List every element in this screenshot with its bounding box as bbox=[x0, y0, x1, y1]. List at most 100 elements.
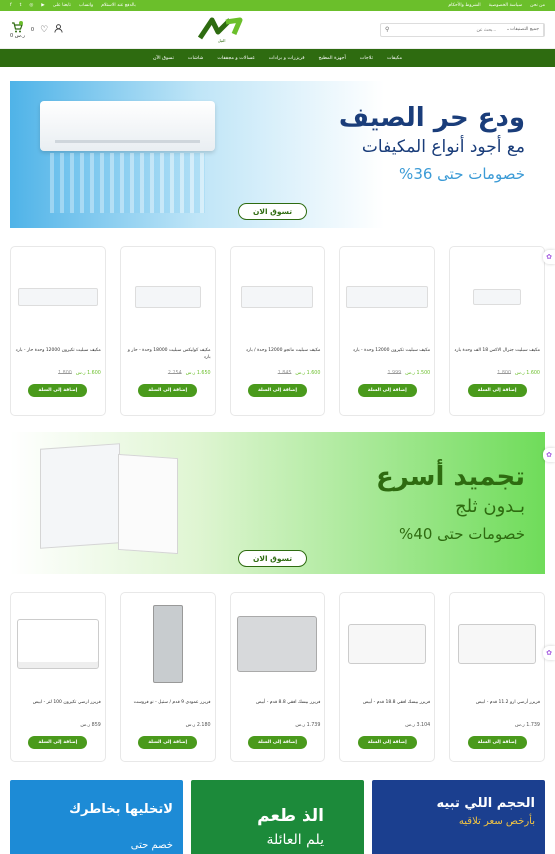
product-title[interactable]: فريزر ارضي تكيرون 100 لتر - ابيض bbox=[15, 699, 101, 721]
add-to-cart-button[interactable]: إضافة إلى السلة bbox=[28, 736, 88, 749]
link-privacy[interactable]: سياسة الخصوصية bbox=[489, 3, 522, 8]
nav-item-screens[interactable]: شاشات bbox=[188, 56, 203, 61]
user-icon[interactable] bbox=[54, 24, 63, 35]
price-new: 1.600 ر.س bbox=[75, 371, 101, 376]
price-new: 3.104 ر.س bbox=[405, 723, 431, 728]
nav-item-fridges[interactable]: ثلاجات bbox=[360, 56, 373, 61]
price-new: 1.739 ر.س bbox=[515, 723, 540, 728]
promo-sub: يلم العائلة bbox=[266, 832, 324, 848]
price-new: 1.600 ر.س bbox=[295, 371, 321, 376]
banner1-shop-button[interactable]: تسوق الان bbox=[238, 203, 308, 220]
product-title[interactable]: فريزر عمودي 9 قدم / ستيل - نو فروست bbox=[125, 699, 211, 721]
youtube-icon[interactable]: ▶ bbox=[41, 3, 44, 8]
settings-icon: ✿ bbox=[546, 253, 552, 261]
nav-item-ac[interactable]: مكيفات bbox=[387, 56, 402, 61]
freezer-products-row: فريزر ارضي تكيرون 100 لتر - ابيض 859 ر.س… bbox=[10, 592, 545, 762]
add-to-cart-button[interactable]: إضافة إلى السلة bbox=[357, 736, 417, 749]
category-select[interactable]: ⌄ جميع التصنيفات bbox=[500, 23, 544, 36]
product-price: 1.739 ر.س bbox=[235, 723, 321, 728]
twitter-icon[interactable]: t bbox=[20, 3, 22, 8]
promo-title: لاتخليها بخاطرك bbox=[69, 802, 173, 817]
instagram-icon[interactable]: ◎ bbox=[29, 3, 33, 8]
hero-banner-freezer[interactable]: تجميد أسرع بـدون ثلج خصومات حتى 40% تسوق… bbox=[10, 432, 545, 574]
product-card[interactable]: مكيف سبليت تكيرون 12000 وحدة حار - بارد … bbox=[10, 246, 106, 416]
product-title[interactable]: مكيف سبليت جنرال الاكس 18 الف وحدة بارد bbox=[454, 347, 540, 369]
product-card[interactable]: مكيف سبليت تكيرون 12000 وحدة - بارد 1.50… bbox=[339, 246, 436, 416]
add-to-cart-button[interactable]: إضافة إلى السلة bbox=[138, 384, 198, 397]
site-logo[interactable]: النيل bbox=[196, 16, 248, 43]
search-icon[interactable]: ⚲ bbox=[381, 26, 393, 33]
side-widget-tab[interactable]: ✿ bbox=[543, 646, 555, 660]
search-bar: ⚲ ⌄ جميع التصنيفات bbox=[380, 22, 545, 37]
heart-icon[interactable]: ♡ bbox=[40, 25, 48, 35]
ac-unit-image bbox=[40, 101, 215, 151]
hero-banner-ac[interactable]: ودع حر الصيف مع أجود أنواع المكيفات خصوم… bbox=[10, 81, 545, 228]
banner1-text: ودع حر الصيف مع أجود أنواع المكيفات خصوم… bbox=[339, 103, 525, 183]
nav-item-kitchen[interactable]: أجهزة المطبخ bbox=[319, 56, 346, 61]
product-title[interactable]: فريزر بيسك افقي 18.8 قدم - أبيض bbox=[344, 699, 430, 721]
facebook-icon[interactable]: f bbox=[10, 3, 12, 8]
header-actions: 0 ر.س 0 ♡ bbox=[10, 20, 63, 39]
topbar-info-1[interactable]: واتساب bbox=[79, 3, 93, 8]
product-title[interactable]: مكيف سبليت مانجو 12000 وحدة / بارد bbox=[235, 347, 321, 369]
product-card[interactable]: مكيف سبليت مانجو 12000 وحدة / بارد 1.600… bbox=[229, 246, 326, 416]
price-new: 2.180 ر.س bbox=[185, 723, 211, 728]
nav-item-freezers[interactable]: فريزرات و برادات bbox=[269, 56, 305, 61]
product-price: 1.739 ر.س bbox=[454, 723, 540, 728]
nav-item-shop[interactable]: تسوق الآن bbox=[153, 56, 174, 61]
promo-tiles: لاتخليها بخاطرك خصم حتى الذ طعم يلم العا… bbox=[10, 780, 545, 854]
banner2-headline: تجميد أسرع bbox=[375, 462, 525, 492]
add-to-cart-button[interactable]: إضافة إلى السلة bbox=[248, 384, 307, 397]
promo-tile-size[interactable]: الحجم اللي تبيه بأرخص سعر تلاقيه bbox=[372, 780, 545, 854]
product-card[interactable]: فريزر أرضي ارو 11.2 قدم - ابيض 1.739 ر.س… bbox=[449, 592, 545, 762]
top-bar: f t ◎ ▶ تابعنا على واتساب بالدفع عند الا… bbox=[0, 0, 555, 11]
product-title[interactable]: مكيف سبليت تكيرون 12000 وحدة - بارد bbox=[344, 347, 430, 369]
add-to-cart-button[interactable]: إضافة إلى السلة bbox=[467, 736, 527, 749]
link-terms[interactable]: الشروط والأحكام bbox=[448, 3, 480, 8]
product-card[interactable]: مكيف كوليكس سبليت 18000 وحدة - حار و بار… bbox=[119, 246, 216, 416]
price-old: 2.254 bbox=[167, 371, 182, 376]
logo-text: النيل bbox=[217, 38, 226, 43]
promo-tile-clearance[interactable]: لاتخليها بخاطرك خصم حتى bbox=[10, 780, 183, 854]
cart-button[interactable]: 0 ر.س bbox=[10, 20, 25, 39]
product-image bbox=[126, 261, 210, 333]
price-new: 859 ر.س bbox=[80, 723, 101, 728]
settings-icon: ✿ bbox=[546, 649, 552, 657]
banner2-text: تجميد أسرع بـدون ثلج خصومات حتى 40% bbox=[376, 462, 525, 543]
product-price: 1.600 ر.س1.800 bbox=[15, 371, 101, 376]
add-to-cart-button[interactable]: إضافة إلى السلة bbox=[248, 736, 307, 749]
search-input[interactable] bbox=[393, 27, 501, 32]
add-to-cart-button[interactable]: إضافة إلى السلة bbox=[467, 384, 527, 397]
product-card[interactable]: فريزر بيسك افقي 18.8 قدم - أبيض 3.104 ر.… bbox=[339, 592, 436, 762]
banner2-discount: خصومات حتى 40% bbox=[399, 525, 525, 543]
topbar-info-2: بالدفع عند الاستلام bbox=[101, 3, 136, 8]
product-card[interactable]: فريزر عمودي 9 قدم / ستيل - نو فروست 2.18… bbox=[119, 592, 216, 762]
product-title[interactable]: فريزر أرضي ارو 11.2 قدم - ابيض bbox=[454, 699, 540, 721]
category-select-label: جميع التصنيفات bbox=[509, 27, 539, 32]
product-title[interactable]: مكيف كوليكس سبليت 18000 وحدة - حار و بار… bbox=[125, 347, 211, 369]
product-image bbox=[126, 603, 210, 685]
price-new: 1.600 ر.س bbox=[515, 371, 540, 376]
link-about[interactable]: من نحن bbox=[530, 3, 545, 8]
banner2-shop-button[interactable]: تسوق الان bbox=[238, 550, 308, 567]
product-image bbox=[235, 603, 319, 685]
add-to-cart-button[interactable]: إضافة إلى السلة bbox=[138, 736, 198, 749]
product-price: 2.180 ر.س bbox=[125, 723, 211, 728]
add-to-cart-button[interactable]: إضافة إلى السلة bbox=[28, 384, 88, 397]
side-widget-tab[interactable]: ✿ bbox=[543, 448, 555, 462]
price-new: 1.739 ر.س bbox=[295, 723, 321, 728]
add-to-cart-button[interactable]: إضافة إلى السلة bbox=[357, 384, 417, 397]
price-old: 1.999 bbox=[387, 371, 402, 376]
topbar-info-0: تابعنا على bbox=[52, 3, 71, 8]
promo-tile-taste[interactable]: الذ طعم يلم العائلة bbox=[191, 780, 364, 854]
price-new: 1.650 ر.س bbox=[185, 371, 211, 376]
product-card[interactable]: فريزر ارضي تكيرون 100 لتر - ابيض 859 ر.س… bbox=[10, 592, 106, 762]
side-widget-tab[interactable]: ✿ bbox=[543, 250, 555, 264]
product-image bbox=[455, 261, 539, 333]
product-card[interactable]: مكيف سبليت جنرال الاكس 18 الف وحدة بارد … bbox=[449, 246, 545, 416]
banner1-headline: ودع حر الصيف bbox=[338, 103, 525, 133]
nav-item-washers[interactable]: غسالات و مجففات bbox=[217, 56, 254, 61]
product-card[interactable]: فريزر بيسك افقي 8.8 قدم - أبيض 1.739 ر.س… bbox=[229, 592, 326, 762]
product-title[interactable]: فريزر بيسك افقي 8.8 قدم - أبيض bbox=[235, 699, 320, 721]
product-title[interactable]: مكيف سبليت تكيرون 12000 وحدة حار - بارد bbox=[15, 347, 101, 369]
